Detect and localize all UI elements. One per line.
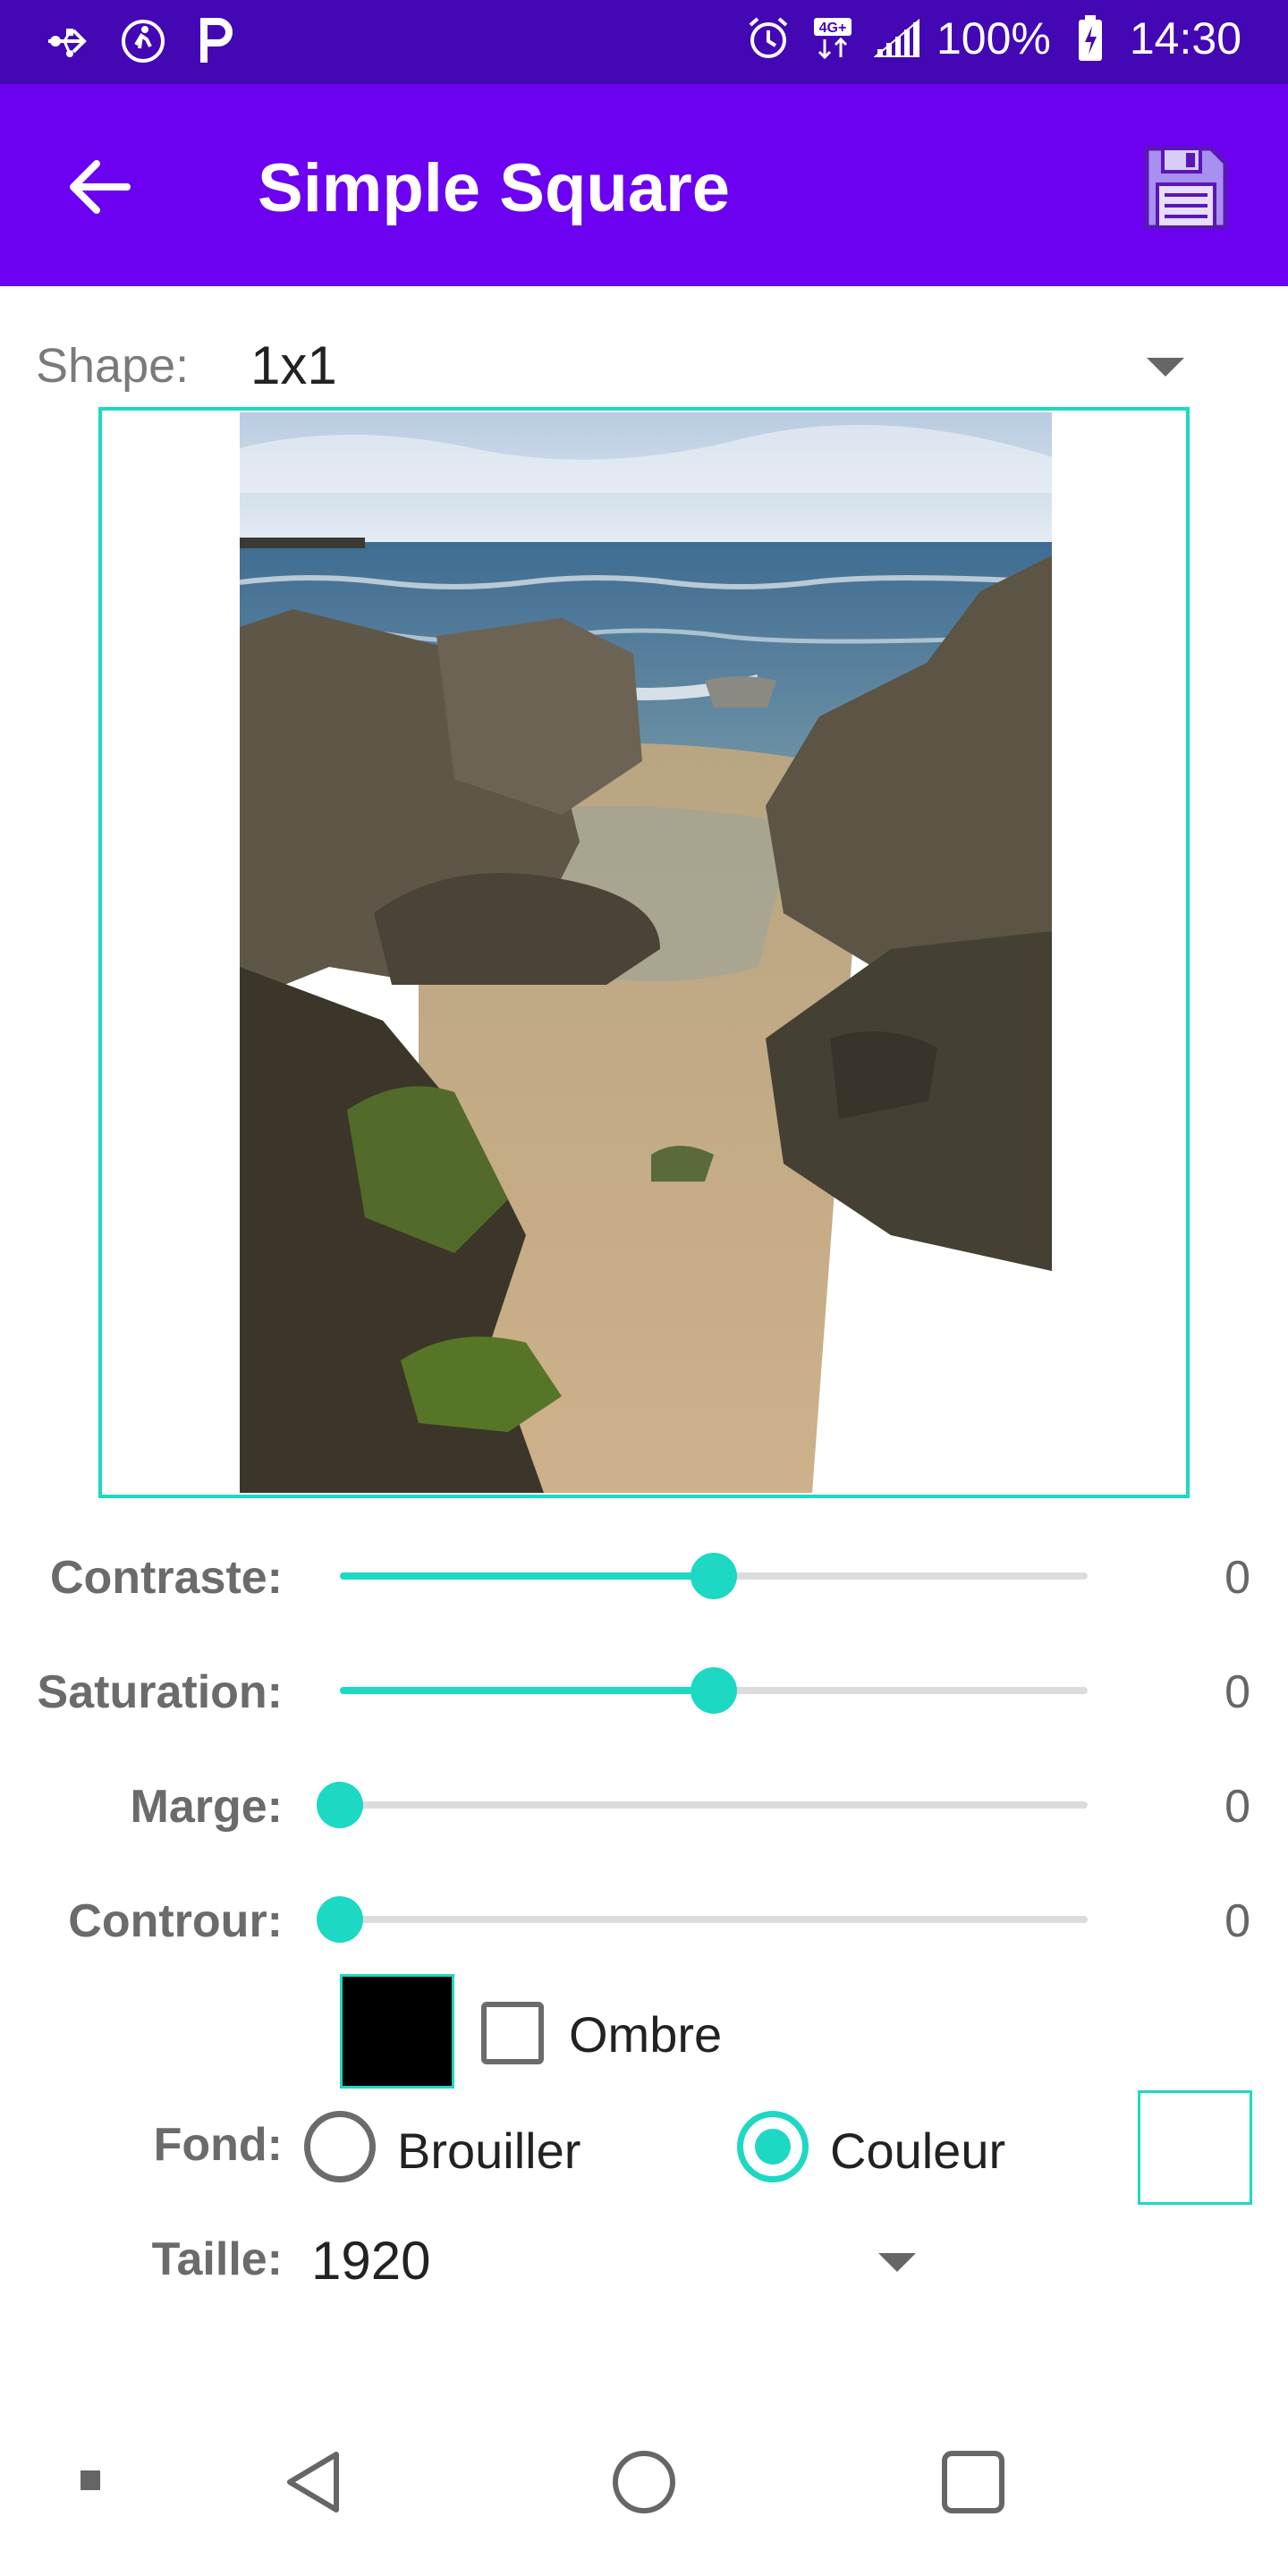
network-4g-icon: 4G+ xyxy=(808,13,858,64)
color-radio-label: Couleur xyxy=(830,2123,1006,2179)
save-icon xyxy=(1144,146,1228,230)
usb-icon xyxy=(45,16,95,66)
saturation-value: 0 xyxy=(1224,1666,1250,1718)
blur-radio[interactable] xyxy=(304,2111,376,2182)
saturation-slider[interactable] xyxy=(340,1667,1088,1714)
saturation-label: Saturation: xyxy=(37,1666,283,1718)
blur-radio-label: Brouiller xyxy=(397,2123,581,2179)
status-bar: 4G+ 100% 14:30 xyxy=(0,0,1288,84)
border-slider-thumb[interactable] xyxy=(317,1896,363,1943)
background-color-swatch[interactable] xyxy=(1138,2090,1252,2205)
size-label: Taille: xyxy=(151,2233,283,2285)
recents-square-icon[interactable] xyxy=(936,2442,1011,2522)
page-title: Simple Square xyxy=(258,150,730,226)
navigation-bar xyxy=(0,2406,1288,2576)
parking-icon xyxy=(191,16,242,66)
dot-icon[interactable] xyxy=(70,2460,111,2501)
shape-value: 1x1 xyxy=(250,335,337,395)
battery-percent: 100% xyxy=(936,13,1051,64)
chevron-down-icon xyxy=(1147,358,1184,377)
photo-rocky-beach xyxy=(240,412,1052,1493)
clock: 14:30 xyxy=(1129,13,1241,64)
status-icons-left xyxy=(45,16,242,66)
shadow-checkbox[interactable] xyxy=(481,2002,544,2064)
home-circle-icon[interactable] xyxy=(606,2442,682,2522)
status-icons-right: 4G+ 100% 14:30 xyxy=(743,13,1241,64)
back-triangle-icon[interactable] xyxy=(277,2442,349,2522)
shadow-label: Ombre xyxy=(569,2006,723,2063)
contrast-value: 0 xyxy=(1224,1552,1250,1604)
background-label: Fond: xyxy=(153,2119,283,2171)
save-button[interactable] xyxy=(1136,138,1236,238)
back-button[interactable] xyxy=(54,147,143,227)
contrast-slider[interactable] xyxy=(340,1553,1088,1599)
svg-text:4G+: 4G+ xyxy=(819,21,847,36)
margin-value: 0 xyxy=(1224,1781,1250,1833)
saturation-slider-fill xyxy=(340,1687,714,1694)
shape-dropdown[interactable] xyxy=(215,322,1199,411)
contrast-slider-thumb[interactable] xyxy=(691,1553,737,1599)
margin-label: Marge: xyxy=(130,1781,283,1833)
color-radio[interactable] xyxy=(737,2111,809,2182)
app-bar: Simple Square xyxy=(0,84,1288,286)
margin-slider[interactable] xyxy=(317,1782,1088,1828)
border-value: 0 xyxy=(1224,1895,1250,1947)
activity-icon xyxy=(118,16,168,66)
contrast-slider-fill xyxy=(340,1572,714,1580)
border-label: Controur: xyxy=(68,1895,283,1947)
alarm-icon xyxy=(743,13,793,64)
shape-label: Shape: xyxy=(36,339,190,393)
margin-slider-thumb[interactable] xyxy=(317,1782,363,1828)
battery-icon xyxy=(1065,13,1115,64)
border-color-swatch[interactable] xyxy=(340,1974,454,2089)
chevron-down-icon xyxy=(878,2253,916,2272)
signal-icon xyxy=(872,13,922,64)
border-slider[interactable] xyxy=(317,1896,1088,1943)
arrow-left-icon xyxy=(70,160,131,214)
size-value: 1920 xyxy=(311,2231,431,2291)
image-preview[interactable] xyxy=(98,407,1190,1498)
contrast-label: Contraste: xyxy=(49,1552,283,1604)
saturation-slider-thumb[interactable] xyxy=(691,1667,737,1714)
